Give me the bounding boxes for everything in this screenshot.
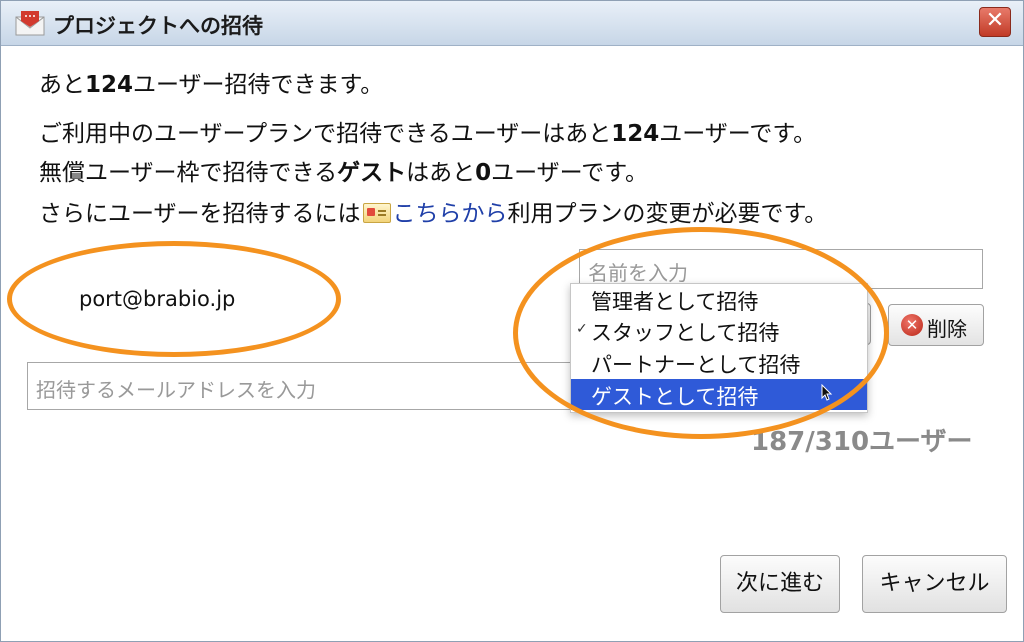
- check-icon: ✓: [576, 321, 588, 337]
- message-line-2: ご利用中のユーザープランで招待できるユーザーはあと124ユーザーです。: [39, 121, 817, 147]
- plan-change-link[interactable]: こちらから: [393, 201, 508, 227]
- delete-icon: ✕: [901, 314, 923, 336]
- credit-card-icon: [362, 203, 391, 223]
- role-option-admin[interactable]: 管理者として招待: [571, 284, 867, 315]
- envelope-icon: [15, 11, 45, 36]
- cancel-button[interactable]: キャンセル: [862, 555, 1007, 613]
- message-line-4: さらにユーザーを招待するには こちらから利用プランの変更が必要です。: [39, 201, 828, 227]
- message-line-3: 無償ユーザー枠で招待できるゲストはあと0ユーザーです。: [39, 160, 648, 186]
- invite-dialog: プロジェクトへの招待 ✕ あと124ユーザー招待できます。 ご利用中のユーザープ…: [0, 0, 1024, 642]
- role-option-guest[interactable]: ゲストとして招待: [571, 379, 867, 410]
- user-count: 187/310ユーザー: [751, 427, 973, 457]
- delete-button[interactable]: ✕ 削除: [888, 304, 984, 346]
- close-button[interactable]: ✕: [979, 7, 1011, 37]
- next-button[interactable]: 次に進む: [720, 555, 840, 613]
- role-option-partner[interactable]: パートナーとして招待: [571, 347, 867, 378]
- dialog-title: プロジェクトへの招待: [53, 14, 263, 38]
- role-option-staff[interactable]: ✓ スタッフとして招待: [571, 315, 867, 346]
- role-dropdown-menu: 管理者として招待 ✓ スタッフとして招待 パートナーとして招待 ゲストとして招待: [570, 283, 868, 413]
- title-bar: プロジェクトへの招待 ✕: [1, 1, 1023, 46]
- email-input[interactable]: 招待するメールアドレスを入力: [27, 362, 587, 410]
- mouse-cursor-icon: [821, 384, 833, 401]
- invited-email: port@brabio.jp: [79, 287, 236, 311]
- message-line-1: あと124ユーザー招待できます。: [39, 72, 384, 98]
